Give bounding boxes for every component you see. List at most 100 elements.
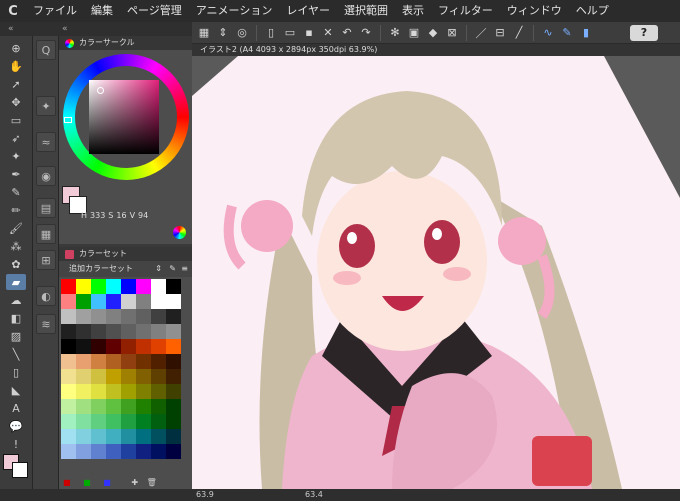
undo-icon[interactable]: ↶ [339, 25, 355, 41]
color-swatch[interactable] [106, 429, 121, 444]
color-swatch[interactable] [121, 414, 136, 429]
color-swatch[interactable] [166, 339, 181, 354]
color-swatch[interactable] [91, 294, 106, 309]
grid-icon[interactable]: ▦ [196, 25, 212, 41]
color-swatch[interactable] [121, 354, 136, 369]
color-swatch[interactable] [61, 339, 76, 354]
gradient-tool-icon[interactable]: ▨ [6, 328, 26, 344]
color-swatch[interactable] [76, 444, 91, 459]
fill-tool-icon[interactable]: ◧ [6, 310, 26, 326]
color-swatch[interactable] [151, 294, 166, 309]
h-value[interactable]: 333 [90, 211, 105, 220]
wrench-icon[interactable]: ✎ [169, 261, 176, 277]
color-swatch[interactable] [151, 339, 166, 354]
balloon-tool-icon[interactable]: 💬 [6, 418, 26, 434]
color-swatch[interactable] [121, 444, 136, 459]
color-swatch[interactable] [151, 384, 166, 399]
color-swatch[interactable] [76, 414, 91, 429]
color-swatch[interactable] [166, 384, 181, 399]
color-swatch[interactable] [106, 369, 121, 384]
color-swatch[interactable] [166, 309, 181, 324]
material-tab-icon[interactable]: ◐ [36, 286, 56, 306]
color-swatch[interactable] [166, 444, 181, 459]
menu-filter[interactable]: フィルター [431, 0, 500, 22]
app-logo-icon[interactable]: C [0, 0, 26, 22]
color-swatch[interactable] [136, 384, 151, 399]
snap-grid-icon[interactable]: ⊟ [492, 25, 508, 41]
color-swatch[interactable] [91, 414, 106, 429]
lasso-tool-icon[interactable]: ➶ [6, 130, 26, 146]
menu-view[interactable]: 表示 [395, 0, 431, 22]
menu-edit[interactable]: 編集 [84, 0, 120, 22]
color-swatch[interactable] [136, 309, 151, 324]
trash-icon[interactable]: ✕ [320, 25, 336, 41]
fill-icon[interactable]: ◆ [425, 25, 441, 41]
frame-tool-icon[interactable]: ▯ [6, 364, 26, 380]
menu-icon[interactable]: ≡ [181, 261, 188, 277]
v-value[interactable]: 94 [138, 211, 148, 220]
color-swatch[interactable] [121, 384, 136, 399]
stabilizer-icon[interactable]: ∿ [540, 25, 556, 41]
color-swatch[interactable] [136, 369, 151, 384]
loading-icon[interactable]: ✻ [387, 25, 403, 41]
pencil-tool-icon[interactable]: ✏ [6, 202, 26, 218]
color-swatch[interactable] [106, 294, 121, 309]
blue-swatch-icon[interactable]: ■ [103, 478, 111, 487]
document-tab[interactable]: イラスト2 (A4 4093 x 2894px 350dpi 63.9%) [192, 44, 680, 56]
layers-stack-icon[interactable]: ≋ [36, 314, 56, 334]
color-swatch[interactable] [136, 444, 151, 459]
menu-window[interactable]: ウィンドウ [500, 0, 569, 22]
transform-icon[interactable]: ▣ [406, 25, 422, 41]
figure-tool-icon[interactable]: ╲ [6, 346, 26, 362]
color-swatch[interactable] [151, 309, 166, 324]
color-swatch[interactable] [91, 354, 106, 369]
magic-wand-icon[interactable]: ✦ [6, 148, 26, 164]
s-value[interactable]: 16 [116, 211, 126, 220]
decoration-tool-icon[interactable]: ✿ [6, 256, 26, 272]
move-tool-icon[interactable]: ✥ [6, 94, 26, 110]
operation-tool-icon[interactable]: ➚ [6, 76, 26, 92]
color-swatch[interactable] [121, 429, 136, 444]
color-swatch[interactable] [76, 429, 91, 444]
color-swatch[interactable] [121, 399, 136, 414]
color-swatch[interactable] [76, 369, 91, 384]
color-swatch[interactable] [76, 339, 91, 354]
color-swatch[interactable] [106, 354, 121, 369]
pen-settings-icon[interactable]: ✦ [36, 96, 56, 116]
selection-tool-icon[interactable]: ▭ [6, 112, 26, 128]
color-swatch[interactable] [106, 399, 121, 414]
color-swatch[interactable] [136, 429, 151, 444]
color-swatch[interactable] [106, 384, 121, 399]
color-swatch[interactable] [91, 279, 106, 294]
delete-color-icon[interactable]: 🗑 [147, 478, 157, 487]
menu-file[interactable]: ファイル [26, 0, 84, 22]
clear-icon[interactable]: ⊠ [444, 25, 460, 41]
color-swatch[interactable] [166, 324, 181, 339]
color-swatch[interactable] [136, 339, 151, 354]
redo-icon[interactable]: ↷ [358, 25, 374, 41]
color-swatch[interactable] [91, 384, 106, 399]
color-swatch[interactable] [61, 444, 76, 459]
color-swatch[interactable] [136, 354, 151, 369]
snap-ruler-icon[interactable]: ／ [473, 25, 489, 41]
color-swatch[interactable] [76, 399, 91, 414]
color-swatch[interactable] [166, 354, 181, 369]
new-file-icon[interactable]: ▯ [263, 25, 279, 41]
color-set-dropdown[interactable]: 追加カラーセット ⇕ ✎ ≡ [59, 261, 192, 277]
color-swatch[interactable] [61, 384, 76, 399]
color-swatch[interactable] [91, 444, 106, 459]
color-swatch[interactable] [61, 354, 76, 369]
color-swatch[interactable] [151, 369, 166, 384]
text-tool-icon[interactable]: A [6, 400, 26, 416]
color-swatch[interactable] [136, 294, 151, 309]
color-swatch[interactable] [151, 279, 166, 294]
menu-animation[interactable]: アニメーション [189, 0, 280, 22]
up-down-icon[interactable]: ⇕ [215, 25, 231, 41]
color-swatch[interactable] [136, 414, 151, 429]
color-swatch[interactable] [166, 279, 181, 294]
pen-tool-icon[interactable]: ✎ [6, 184, 26, 200]
color-swatch[interactable] [151, 354, 166, 369]
color-swatch[interactable] [76, 354, 91, 369]
zoom-left-value[interactable]: 63.9 [196, 489, 214, 501]
color-swatch[interactable] [76, 324, 91, 339]
